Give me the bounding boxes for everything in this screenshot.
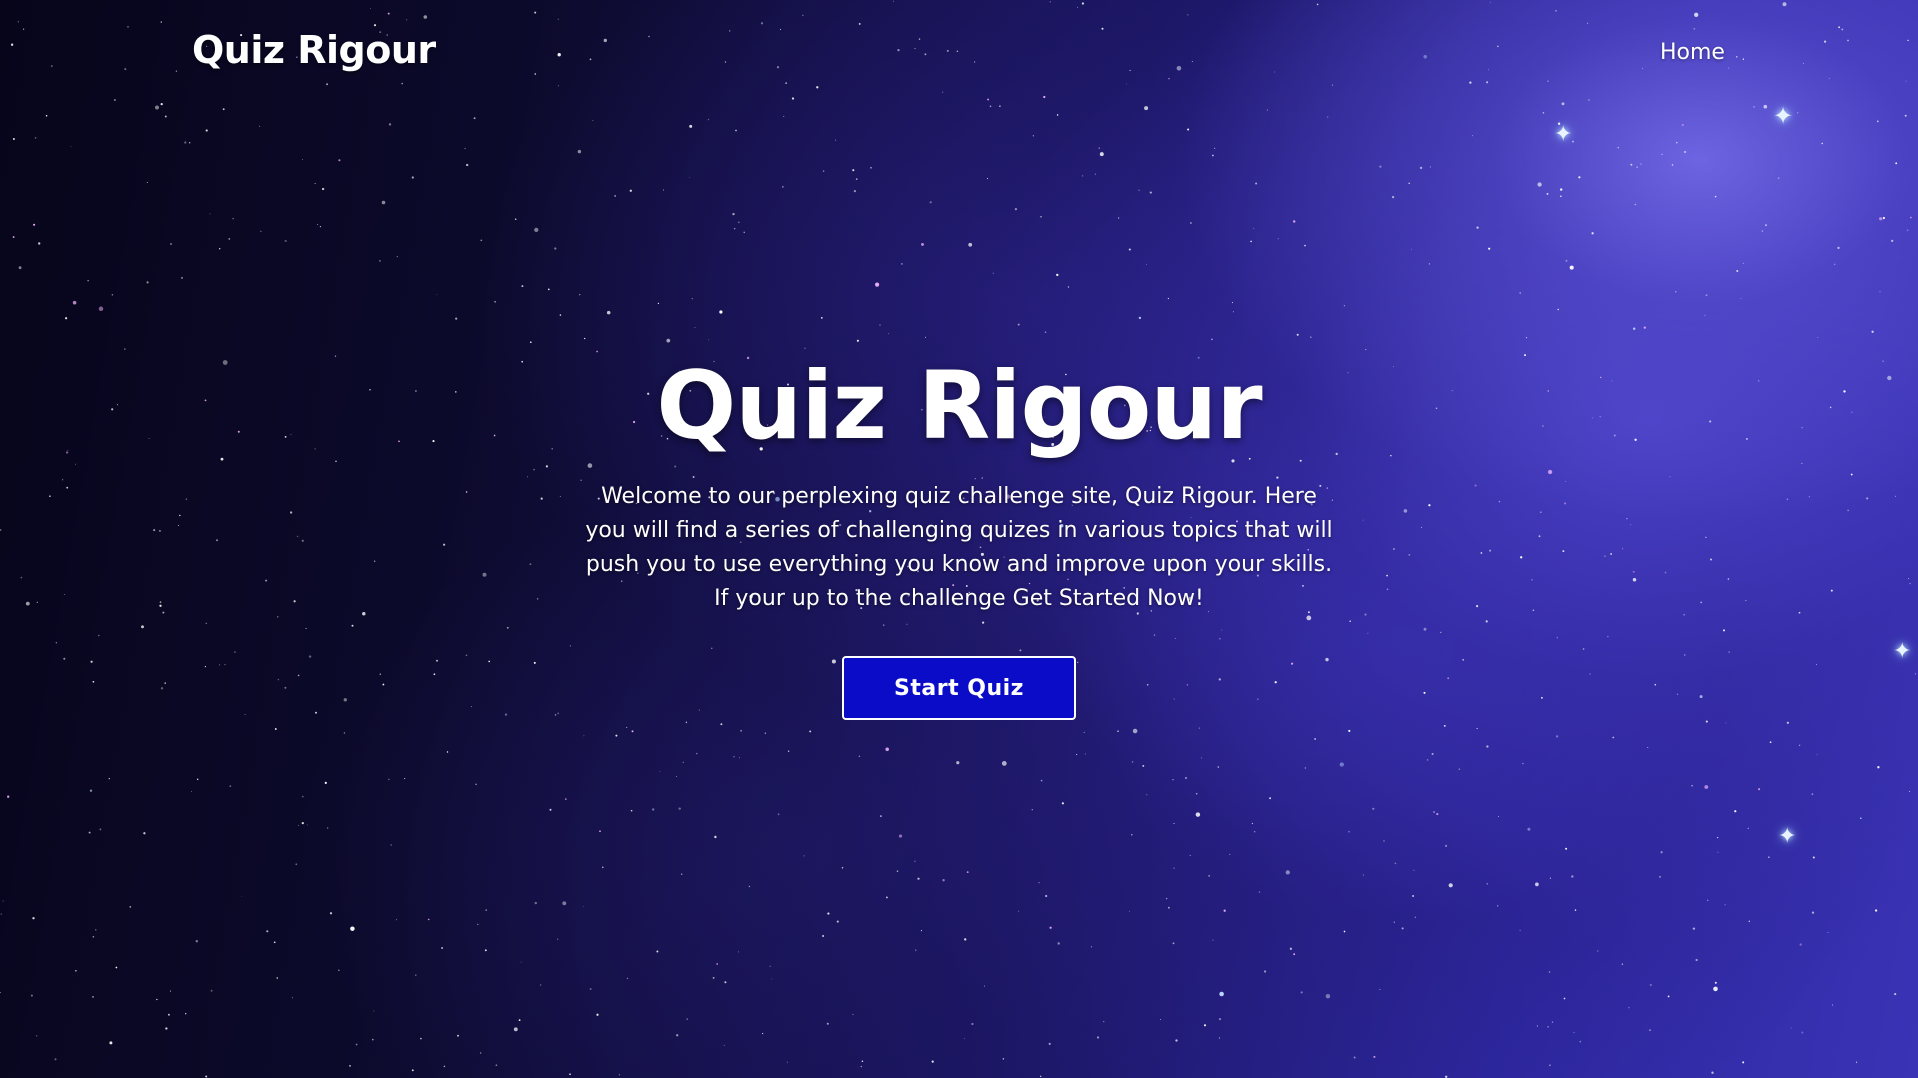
start-quiz-button[interactable]: Start Quiz xyxy=(842,656,1076,721)
hero-section: Quiz Rigour Welcome to our perplexing qu… xyxy=(0,352,1918,721)
page: ✦ ✦ ✦ ✦ Quiz Rigour Home Quiz Rigour Wel… xyxy=(0,0,1918,1078)
hero-description: Welcome to our perplexing quiz challenge… xyxy=(585,484,1333,612)
nav-home-link[interactable]: Home xyxy=(1660,40,1725,65)
site-logo[interactable]: Quiz Rigour xyxy=(192,28,436,72)
sparkle-icon: ✦ xyxy=(1778,824,1797,849)
top-nav: Quiz Rigour Home xyxy=(0,0,1918,110)
hero-title: Quiz Rigour xyxy=(656,352,1262,461)
sparkle-icon: ✦ xyxy=(1554,122,1573,147)
